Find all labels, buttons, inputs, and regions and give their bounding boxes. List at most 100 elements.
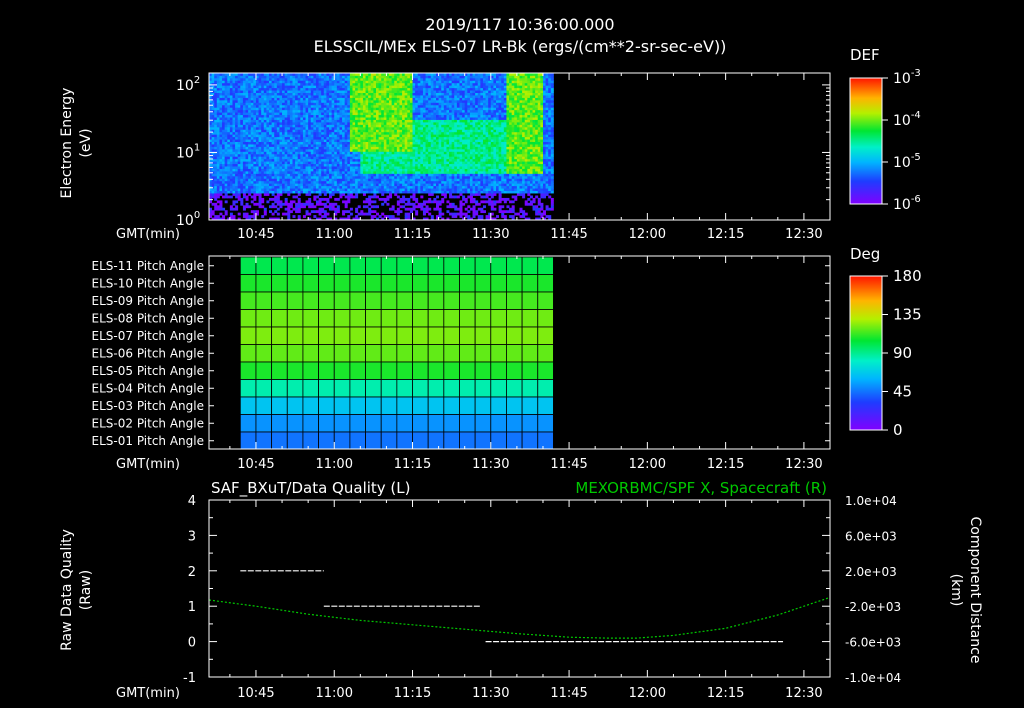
spectrogram-cell (402, 82, 406, 86)
spectrogram-cell (370, 134, 374, 138)
spectrogram-cell (282, 180, 286, 184)
spectrogram-cell (412, 90, 416, 93)
spectrogram-cell (375, 95, 380, 98)
spectrogram-cell (438, 117, 442, 120)
spectrogram-cell (394, 122, 398, 125)
spectrogram-cell (245, 82, 249, 86)
spectrogram-cell (331, 178, 335, 182)
spectrogram-cell (430, 148, 434, 152)
spectrogram-cell (229, 175, 233, 179)
spectrogram-cell (224, 190, 228, 194)
spectrogram-cell (428, 80, 432, 84)
spectrogram-cell (300, 148, 304, 152)
spectrogram-cell (420, 183, 424, 187)
spectrogram-cell (402, 107, 406, 111)
spectrogram-cell (352, 163, 356, 167)
spectrogram-cell (422, 207, 426, 211)
spectrogram-cell (373, 112, 377, 116)
spectrogram-cell (284, 146, 288, 150)
spectrogram-cell (211, 122, 215, 125)
spectrogram-cell (263, 173, 267, 177)
spectrogram-cell (224, 200, 228, 204)
spectrogram-cell (415, 178, 419, 182)
spectrogram-cell (362, 129, 366, 133)
spectrogram-cell (284, 75, 288, 79)
spectrogram-cell (396, 210, 400, 214)
spectrogram-cell (313, 80, 317, 84)
spectrogram-cell (422, 178, 426, 182)
spectrogram-cell (370, 114, 374, 118)
spectrogram-cell (261, 75, 265, 79)
spectrogram-cell (232, 188, 236, 191)
spectrogram-cell (425, 97, 429, 101)
spectrogram-cell (381, 109, 385, 113)
spectrogram-cell (237, 134, 241, 138)
spectrogram-cell (331, 173, 335, 177)
spectrogram-cell (378, 95, 382, 98)
spectrogram-cell (344, 77, 348, 81)
spectrogram-cell (422, 166, 426, 169)
spectrogram-cell (396, 97, 400, 101)
spectrogram-cell (224, 148, 228, 152)
spectrogram-cell (344, 200, 348, 204)
spectrogram-cell (373, 102, 377, 106)
spectrogram-cell (274, 171, 278, 174)
spectrogram-cell (313, 134, 317, 138)
spectrogram-cell (331, 188, 335, 191)
spectrogram-cell (391, 97, 395, 101)
spectrogram-cell (402, 173, 406, 177)
spectrogram-cell (344, 99, 348, 103)
spectrogram-cell (334, 183, 338, 187)
spectrogram-cell (292, 80, 296, 84)
spectrogram-cell (381, 161, 385, 165)
spectrogram-cell (302, 148, 306, 152)
spectrogram-cell (370, 200, 374, 204)
spectrogram-cell (329, 161, 333, 165)
spectrogram-cell (279, 109, 283, 113)
spectrogram-cell (365, 119, 369, 123)
spectrogram-cell (315, 161, 319, 165)
spectrogram-cell (443, 166, 447, 169)
spectrogram-cell (425, 171, 429, 174)
spectrogram-cell (305, 200, 309, 204)
spectrogram-cell (355, 151, 359, 155)
spectrogram-cell (263, 126, 267, 130)
spectrogram-cell (250, 146, 254, 150)
spectrogram-cell (336, 173, 340, 177)
spectrogram-cell (386, 136, 390, 140)
spectrogram-cell (235, 107, 239, 111)
spectrogram-cell (438, 175, 442, 179)
spectrogram-cell (404, 188, 408, 191)
spectrogram-cell (250, 112, 254, 116)
spectrogram-cell (271, 97, 275, 101)
spectrogram-cell (443, 114, 447, 118)
spectrogram-cell (407, 215, 411, 218)
spectrogram-cell (409, 95, 413, 98)
spectrogram-cell (396, 171, 400, 174)
spectrogram-cell (313, 117, 317, 120)
spectrogram-cell (402, 205, 406, 209)
spectrogram-cell (443, 183, 447, 187)
spectrogram-cell (284, 107, 288, 111)
spectrogram-cell (433, 99, 437, 103)
spectrogram-cell (336, 129, 340, 133)
spectrogram-cell (232, 190, 236, 194)
spectrogram-cell (261, 95, 265, 98)
spectrogram-cell (446, 158, 450, 162)
spectrogram-cell (404, 166, 408, 169)
spectrogram-cell (284, 161, 288, 165)
spectrogram-cell (336, 156, 340, 160)
spectrogram-cell (216, 90, 220, 93)
spectrogram-cell (430, 215, 434, 218)
spectrogram-cell (310, 166, 314, 169)
spectrogram-cell (276, 95, 280, 98)
spectrogram-cell (381, 173, 385, 177)
spectrogram-cell (266, 92, 270, 96)
spectrogram-cell (402, 134, 406, 138)
spectrogram-cell (334, 136, 338, 140)
spectrogram-cell (318, 156, 322, 160)
spectrogram-cell (412, 153, 416, 157)
spectrogram-cell (433, 144, 437, 147)
spectrogram-cell (302, 178, 306, 182)
spectrogram-cell (404, 173, 408, 177)
